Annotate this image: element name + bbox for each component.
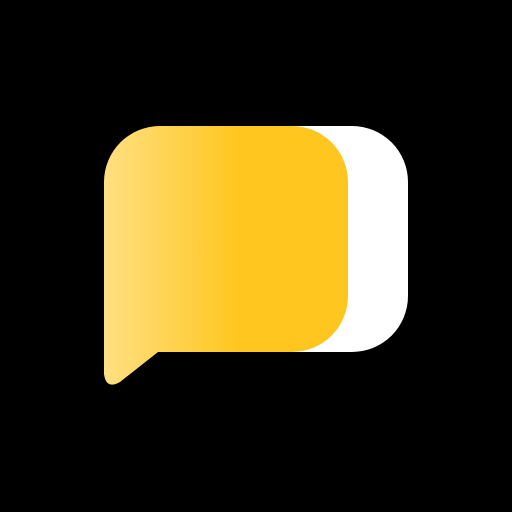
front-bubble-shape xyxy=(104,126,348,385)
app-icon-canvas xyxy=(0,0,512,512)
chat-bubble-logo-icon xyxy=(104,126,408,385)
